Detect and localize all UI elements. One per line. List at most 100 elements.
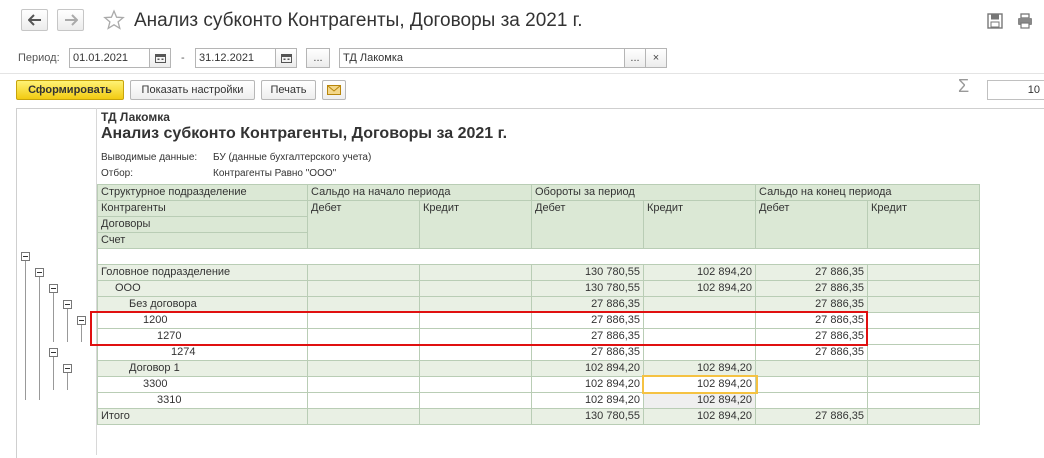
cell[interactable]: 27 886,35 — [531, 344, 644, 361]
cell[interactable]: 102 894,20 — [643, 264, 756, 281]
cell[interactable] — [307, 392, 420, 409]
cell[interactable]: 130 780,55 — [531, 280, 644, 297]
collapse-toggle[interactable] — [35, 268, 44, 277]
cell[interactable]: 130 780,55 — [531, 408, 644, 425]
table-row[interactable]: 3310 102 894,20 102 894,20 — [97, 392, 980, 409]
cell[interactable]: 27 886,35 — [531, 312, 644, 329]
cell[interactable] — [643, 328, 756, 345]
print-icon[interactable] — [1016, 12, 1034, 30]
star-icon[interactable] — [103, 9, 125, 31]
table-row[interactable]: 1270 27 886,35 27 886,35 — [97, 328, 980, 345]
cell[interactable]: 102 894,20 — [643, 360, 756, 377]
cell[interactable] — [419, 328, 532, 345]
cell[interactable] — [419, 296, 532, 313]
cell[interactable] — [867, 280, 980, 297]
table-row[interactable]: Головное подразделение 130 780,55 102 89… — [97, 264, 980, 281]
cell[interactable]: 27 886,35 — [531, 328, 644, 345]
cell[interactable] — [419, 392, 532, 409]
cell[interactable] — [307, 280, 420, 297]
table-row[interactable]: Договор 1 102 894,20 102 894,20 — [97, 360, 980, 377]
cell[interactable] — [307, 408, 420, 425]
organization-select-button[interactable]: ... — [624, 48, 646, 68]
period-from-calendar-button[interactable] — [149, 48, 171, 68]
save-icon[interactable] — [986, 12, 1004, 30]
collapse-toggle[interactable] — [77, 316, 86, 325]
table-row[interactable]: 1274 27 886,35 27 886,35 — [97, 344, 980, 361]
cell[interactable] — [867, 360, 980, 377]
cell[interactable] — [419, 376, 532, 393]
cell[interactable] — [867, 392, 980, 409]
cell[interactable]: 27 886,35 — [755, 312, 868, 329]
cell[interactable]: 102 894,20 — [643, 280, 756, 297]
cell[interactable] — [307, 328, 420, 345]
cell[interactable]: 27 886,35 — [755, 280, 868, 297]
generate-button[interactable]: Сформировать — [16, 80, 124, 100]
cell[interactable] — [643, 344, 756, 361]
cell[interactable]: 102 894,20 — [643, 376, 756, 393]
header-dim1: Структурное подразделение — [97, 184, 308, 201]
cell[interactable]: 27 886,35 — [755, 408, 868, 425]
collapse-toggle[interactable] — [63, 364, 72, 373]
sigma-icon[interactable]: Σ — [958, 76, 969, 97]
collapse-toggle[interactable] — [63, 300, 72, 309]
collapse-toggle[interactable] — [21, 252, 30, 261]
cell[interactable]: 27 886,35 — [755, 264, 868, 281]
sum-field[interactable]: 10 — [987, 80, 1044, 100]
selected-cell[interactable]: 102 894,20 — [643, 392, 756, 409]
cell[interactable] — [419, 280, 532, 297]
tree-line — [39, 276, 40, 400]
cell[interactable] — [419, 408, 532, 425]
cell[interactable]: 27 886,35 — [531, 296, 644, 313]
table-row[interactable]: 1200 27 886,35 27 886,35 — [97, 312, 980, 329]
cell[interactable] — [419, 312, 532, 329]
period-dash: - — [181, 52, 185, 64]
cell[interactable] — [755, 376, 868, 393]
cell[interactable] — [419, 264, 532, 281]
cell[interactable]: 102 894,20 — [643, 408, 756, 425]
cell[interactable]: 102 894,20 — [531, 376, 644, 393]
header-turn-debit: Дебет — [531, 200, 644, 249]
collapse-toggle[interactable] — [49, 348, 58, 357]
back-button[interactable] — [21, 9, 48, 31]
total-row[interactable]: Итого 130 780,55 102 894,20 27 886,35 — [97, 408, 980, 425]
period-select-button[interactable]: ... — [306, 48, 330, 68]
cell[interactable] — [643, 312, 756, 329]
cell[interactable] — [643, 296, 756, 313]
forward-button[interactable] — [57, 9, 84, 31]
show-settings-button[interactable]: Показать настройки — [130, 80, 255, 100]
email-button[interactable] — [322, 80, 346, 100]
period-from-field[interactable]: 01.01.2021 — [69, 48, 150, 68]
cell[interactable] — [307, 264, 420, 281]
cell[interactable] — [867, 376, 980, 393]
table-row[interactable]: 3300 102 894,20 102 894,20 — [97, 376, 980, 393]
cell[interactable] — [867, 328, 980, 345]
cell[interactable] — [419, 344, 532, 361]
cell[interactable]: 102 894,20 — [531, 360, 644, 377]
cell[interactable] — [307, 360, 420, 377]
cell[interactable] — [867, 296, 980, 313]
cell[interactable] — [867, 264, 980, 281]
cell[interactable]: 27 886,35 — [755, 344, 868, 361]
cell[interactable]: 27 886,35 — [755, 328, 868, 345]
period-to-field[interactable]: 31.12.2021 — [195, 48, 276, 68]
organization-field[interactable]: ТД Лакомка — [339, 48, 625, 68]
cell[interactable] — [755, 392, 868, 409]
cell[interactable] — [867, 312, 980, 329]
cell[interactable]: 102 894,20 — [531, 392, 644, 409]
cell[interactable]: 27 886,35 — [755, 296, 868, 313]
organization-clear-button[interactable]: × — [645, 48, 667, 68]
cell[interactable] — [755, 360, 868, 377]
cell[interactable] — [867, 344, 980, 361]
cell[interactable] — [867, 408, 980, 425]
print-button[interactable]: Печать — [261, 80, 316, 100]
cell[interactable] — [307, 296, 420, 313]
table-row[interactable]: Без договора 27 886,35 27 886,35 — [97, 296, 980, 313]
period-to-calendar-button[interactable] — [275, 48, 297, 68]
cell[interactable] — [307, 344, 420, 361]
cell[interactable] — [307, 312, 420, 329]
collapse-toggle[interactable] — [49, 284, 58, 293]
cell[interactable] — [419, 360, 532, 377]
cell[interactable] — [307, 376, 420, 393]
cell[interactable]: 130 780,55 — [531, 264, 644, 281]
table-row[interactable]: ООО 130 780,55 102 894,20 27 886,35 — [97, 280, 980, 297]
